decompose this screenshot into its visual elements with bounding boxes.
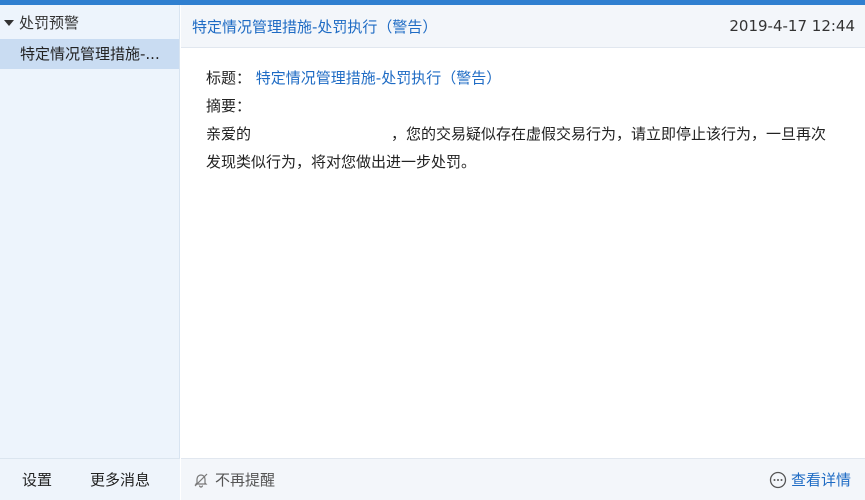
no-remind-button[interactable]: 不再提醒	[193, 469, 275, 490]
message-footer: 不再提醒 查看详情	[181, 458, 865, 500]
sidebar-item-message[interactable]: 特定情况管理措施-...	[0, 39, 179, 69]
no-remind-label: 不再提醒	[215, 471, 276, 489]
more-messages-button[interactable]: 更多消息	[90, 469, 150, 490]
settings-button[interactable]: 设置	[22, 469, 52, 490]
title-row: 标题： 特定情况管理措施-处罚执行（警告）	[206, 64, 835, 92]
sidebar-group-header[interactable]: 处罚预警	[0, 5, 179, 39]
notification-window: 处罚预警 特定情况管理措施-... 设置 更多消息 特定情况管理措施-处罚执行（…	[0, 0, 865, 500]
message-header-title[interactable]: 特定情况管理措施-处罚执行（警告）	[192, 16, 437, 37]
message-header: 特定情况管理措施-处罚执行（警告） 2019-4-17 12:44	[181, 5, 865, 48]
title-label: 标题：	[206, 69, 252, 87]
sidebar-item-label: 特定情况管理措施-...	[20, 45, 160, 63]
sidebar-footer: 设置 更多消息	[0, 458, 180, 500]
message-timestamp: 2019-4-17 12:44	[729, 17, 855, 35]
title-link[interactable]: 特定情况管理措施-处罚执行（警告）	[256, 69, 501, 87]
summary-label: 摘要：	[206, 97, 252, 115]
view-detail-button[interactable]: 查看详情	[769, 469, 851, 490]
sidebar-group-label: 处罚预警	[19, 13, 80, 32]
message-text: 亲爱的 ，您的交易疑似存在虚假交易行为，请立即停止该行为，一旦再次发现类似行为，将…	[206, 120, 835, 176]
collapse-triangle-icon[interactable]	[4, 19, 14, 26]
sidebar: 处罚预警 特定情况管理措施-... 设置 更多消息	[0, 5, 180, 500]
bell-off-icon	[194, 473, 208, 488]
greeting-text: 亲爱的	[206, 125, 252, 143]
redacted-name	[251, 125, 392, 144]
message-panel: 特定情况管理措施-处罚执行（警告） 2019-4-17 12:44 标题： 特定…	[181, 5, 865, 500]
view-detail-label: 查看详情	[790, 471, 851, 489]
message-body: 标题： 特定情况管理措施-处罚执行（警告） 摘要： 亲爱的 ，您的交易疑似存在虚假…	[181, 48, 865, 176]
detail-circle-icon	[769, 471, 787, 488]
